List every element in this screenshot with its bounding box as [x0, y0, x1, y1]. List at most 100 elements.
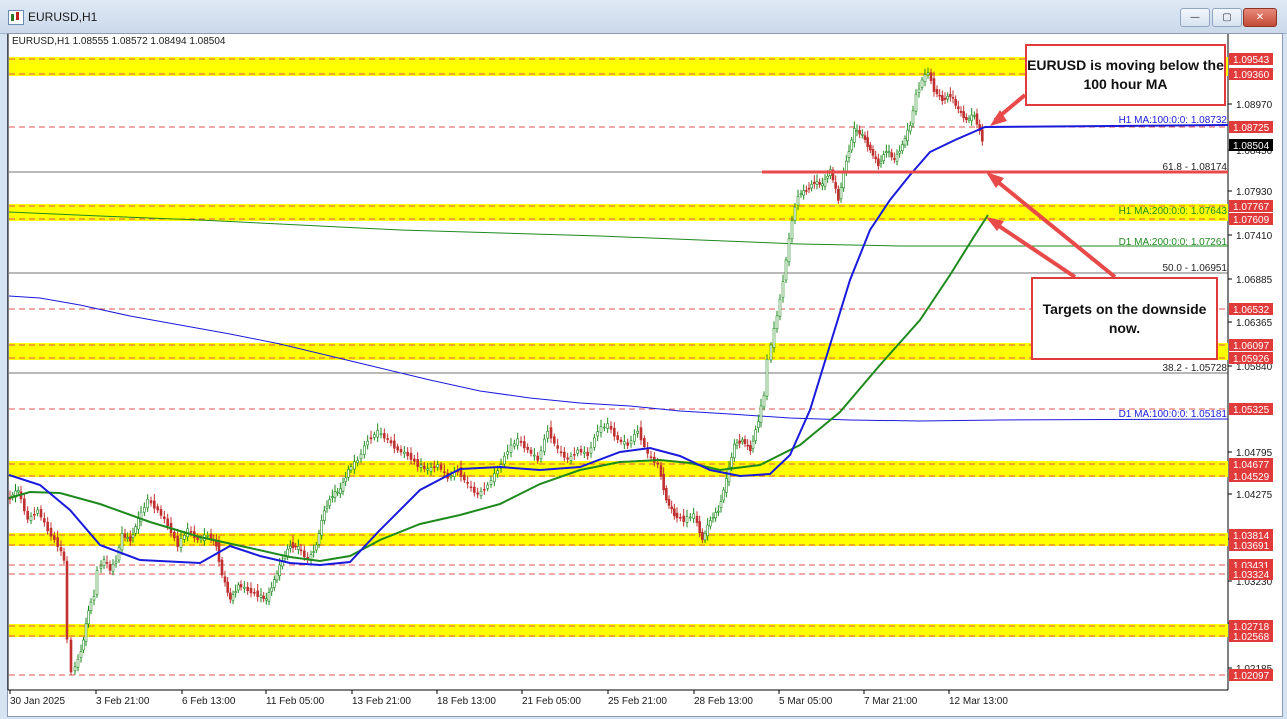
candle	[39, 505, 43, 521]
candle	[714, 507, 717, 522]
price-tag-label: 1.06532	[1233, 305, 1270, 316]
candle	[589, 441, 593, 458]
level-lines	[9, 58, 1228, 676]
candle	[890, 148, 893, 161]
candle	[246, 582, 249, 595]
candle	[79, 644, 83, 663]
d1-ma100-label: D1 MA:100:0:0: 1.05181	[1119, 409, 1228, 420]
callout-ma-break-text: EURUSD is moving below the 100 hour MA	[1027, 57, 1224, 92]
candle	[941, 90, 944, 105]
candle	[553, 433, 556, 447]
candle	[967, 115, 971, 123]
candle	[108, 560, 112, 574]
candle	[973, 111, 976, 120]
callout-targets: Targets on the downside now.	[1031, 277, 1218, 360]
candle	[722, 487, 725, 503]
candle	[95, 566, 99, 598]
candle	[954, 95, 957, 109]
time-axis-label: 3 Feb 21:00	[96, 696, 150, 707]
price-tag: 1.06097	[1229, 339, 1273, 352]
candle	[965, 113, 968, 124]
candle	[717, 505, 720, 517]
candle	[270, 581, 273, 597]
price-tag: 1.04529	[1229, 470, 1273, 483]
candle	[559, 445, 563, 457]
candle	[576, 447, 579, 457]
price-tag-label: 1.05926	[1233, 354, 1270, 365]
candle	[111, 559, 115, 576]
time-axis-label: 13 Feb 21:00	[352, 696, 411, 707]
candle	[469, 480, 473, 492]
candle	[69, 637, 73, 675]
candle	[403, 446, 406, 458]
time-axis-label: 7 Mar 21:00	[864, 696, 918, 707]
candle	[579, 445, 583, 456]
candle	[23, 493, 26, 515]
candle	[466, 475, 469, 489]
candle	[738, 433, 741, 449]
candle	[949, 87, 952, 102]
candle	[386, 433, 389, 444]
candle	[393, 433, 396, 454]
price-candles	[8, 67, 984, 675]
candle	[253, 588, 256, 597]
candle	[105, 555, 109, 569]
time-axis-label: 11 Feb 05:00	[266, 696, 325, 707]
candle	[231, 590, 235, 605]
candle	[866, 130, 869, 152]
price-tag-label: 1.03691	[1233, 541, 1270, 552]
candle	[869, 142, 872, 153]
candle	[619, 437, 623, 445]
candle	[220, 557, 224, 578]
price-axis-label: 1.08970	[1236, 100, 1273, 111]
candle	[309, 550, 313, 565]
chart-header-text: EURUSD,H1 1.08555 1.08572 1.08494 1.0850…	[12, 36, 226, 47]
price-tag: 1.03691	[1229, 539, 1273, 552]
price-tag-label: 1.05325	[1233, 405, 1270, 416]
candle	[863, 131, 867, 144]
candle	[563, 447, 566, 462]
price-tag: 1.05325	[1229, 403, 1273, 416]
candle	[229, 587, 232, 604]
candle	[898, 145, 901, 158]
fib618-label: 61.8 - 1.08174	[1163, 162, 1228, 173]
candle	[509, 438, 513, 458]
candle	[156, 503, 159, 513]
candle	[946, 92, 949, 103]
price-axis-label: 1.06885	[1236, 275, 1273, 286]
candle	[146, 494, 149, 512]
candle	[533, 448, 536, 461]
candle	[593, 433, 596, 451]
candle	[486, 482, 489, 492]
candle	[523, 435, 526, 453]
candle	[813, 175, 816, 189]
candle	[312, 544, 315, 558]
price-axis-label: 1.04795	[1236, 448, 1273, 459]
candle	[369, 430, 373, 444]
candle	[754, 425, 757, 445]
price-tag-label: 1.03324	[1233, 570, 1270, 581]
candle	[787, 232, 791, 267]
candle	[325, 500, 329, 513]
candle	[646, 442, 649, 459]
candle	[117, 544, 121, 563]
candle	[914, 89, 918, 116]
current-price-tag: 1.08504	[1229, 139, 1273, 152]
candle	[599, 419, 603, 438]
time-axis-label: 28 Feb 13:00	[694, 696, 753, 707]
candle	[281, 556, 284, 570]
candle	[874, 150, 877, 164]
price-axis-label: 1.07930	[1236, 187, 1273, 198]
h1-ma100-label: H1 MA:100:0:0: 1.08732	[1119, 115, 1228, 126]
candle	[855, 124, 859, 137]
candle	[685, 509, 689, 528]
candle	[29, 512, 33, 525]
candle	[959, 106, 963, 117]
candle	[139, 506, 143, 527]
candle	[82, 637, 85, 653]
candle	[262, 592, 265, 603]
candle	[749, 440, 752, 455]
candle	[938, 89, 941, 100]
candle	[877, 153, 880, 170]
candle	[383, 428, 386, 443]
